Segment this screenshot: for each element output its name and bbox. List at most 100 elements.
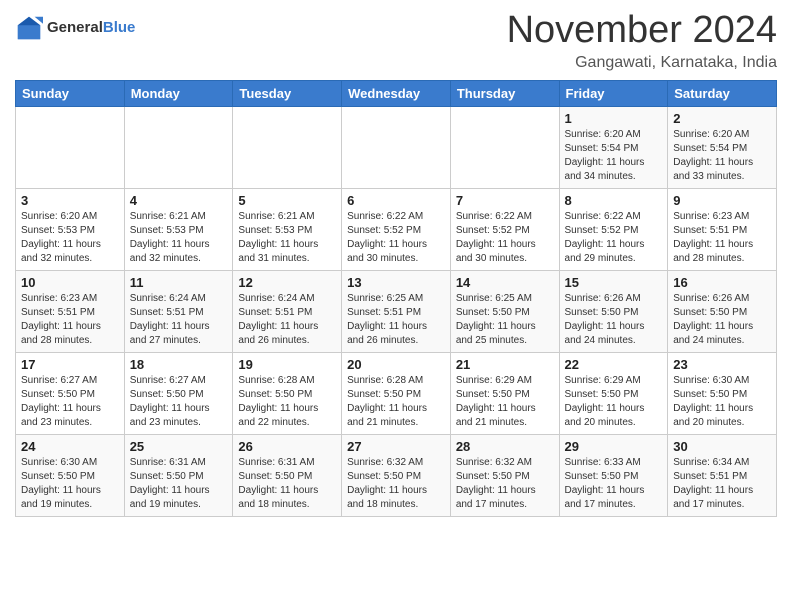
calendar-cell: 16Sunrise: 6:26 AMSunset: 5:50 PMDayligh… — [668, 270, 777, 352]
calendar-cell: 5 Sunrise: 6:21 AMSunset: 5:53 PMDaylight… — [233, 188, 342, 270]
calendar-cell: 7Sunrise: 6:22 AMSunset: 5:52 PMDaylight… — [450, 188, 559, 270]
day-info: Sunrise: 6:29 AMSunset: 5:50 PMDaylight:… — [456, 374, 554, 430]
day-number: 13 — [347, 275, 445, 290]
day-info: Sunrise: 6:30 AMSunset: 5:50 PMDaylight:… — [21, 456, 119, 512]
day-number: 16 — [673, 275, 771, 290]
day-number: 3 — [21, 193, 119, 208]
day-info: Sunrise: 6:24 AMSunset: 5:51 PMDaylight:… — [238, 292, 336, 348]
calendar-cell: 11 Sunrise: 6:24 AMSunset: 5:51 PMDayligh… — [124, 270, 233, 352]
month-title: November 2024 — [507, 10, 777, 52]
day-info: Sunrise: 6:24 AMSunset: 5:51 PMDaylight:… — [130, 292, 228, 348]
day-info: Sunrise: 6:20 AMSunset: 5:54 PMDaylight:… — [565, 128, 663, 184]
day-info: Sunrise: 6:28 AMSunset: 5:50 PMDaylight:… — [347, 374, 445, 430]
day-number: 24 — [21, 439, 119, 454]
logo-icon — [15, 14, 43, 42]
calendar-cell — [233, 106, 342, 188]
logo-general: General — [47, 19, 103, 36]
day-info: Sunrise: 6:22 AMSunset: 5:52 PMDaylight:… — [565, 210, 663, 266]
day-number: 21 — [456, 357, 554, 372]
calendar-cell: 21 Sunrise: 6:29 AMSunset: 5:50 PMDayligh… — [450, 352, 559, 434]
calendar-cell: 17Sunrise: 6:27 AMSunset: 5:50 PMDayligh… — [16, 352, 125, 434]
day-number: 25 — [130, 439, 228, 454]
calendar-cell: 24 Sunrise: 6:30 AMSunset: 5:50 PMDayligh… — [16, 434, 125, 516]
day-number: 12 — [238, 275, 336, 290]
calendar-cell: 4 Sunrise: 6:21 AMSunset: 5:53 PMDaylight… — [124, 188, 233, 270]
day-number: 1 — [565, 111, 663, 126]
calendar-cell: 3 Sunrise: 6:20 AMSunset: 5:53 PMDaylight… — [16, 188, 125, 270]
day-info: Sunrise: 6:21 AMSunset: 5:53 PMDaylight:… — [130, 210, 228, 266]
day-info: Sunrise: 6:27 AMSunset: 5:50 PMDaylight:… — [21, 374, 119, 430]
day-info: Sunrise: 6:27 AMSunset: 5:50 PMDaylight:… — [130, 374, 228, 430]
day-number: 18 — [130, 357, 228, 372]
calendar-cell: 8 Sunrise: 6:22 AMSunset: 5:52 PMDaylight… — [559, 188, 668, 270]
day-number: 26 — [238, 439, 336, 454]
day-info: Sunrise: 6:32 AMSunset: 5:50 PMDaylight:… — [456, 456, 554, 512]
calendar-day-header: Sunday — [16, 80, 125, 106]
calendar-cell: 6Sunrise: 6:22 AMSunset: 5:52 PMDaylight… — [342, 188, 451, 270]
day-number: 20 — [347, 357, 445, 372]
day-number: 11 — [130, 275, 228, 290]
day-number: 27 — [347, 439, 445, 454]
calendar-day-header: Thursday — [450, 80, 559, 106]
day-info: Sunrise: 6:20 AMSunset: 5:54 PMDaylight:… — [673, 128, 771, 184]
day-info: Sunrise: 6:31 AMSunset: 5:50 PMDaylight:… — [130, 456, 228, 512]
calendar-cell: 27 Sunrise: 6:32 AMSunset: 5:50 PMDayligh… — [342, 434, 451, 516]
calendar-cell: 28 Sunrise: 6:32 AMSunset: 5:50 PMDayligh… — [450, 434, 559, 516]
calendar-cell: 25 Sunrise: 6:31 AMSunset: 5:50 PMDayligh… — [124, 434, 233, 516]
calendar-cell — [124, 106, 233, 188]
day-number: 9 — [673, 193, 771, 208]
day-number: 10 — [21, 275, 119, 290]
calendar-cell — [450, 106, 559, 188]
day-info: Sunrise: 6:25 AMSunset: 5:51 PMDaylight:… — [347, 292, 445, 348]
calendar-cell: 2 Sunrise: 6:20 AMSunset: 5:54 PMDaylight… — [668, 106, 777, 188]
calendar-week-row: 10 Sunrise: 6:23 AMSunset: 5:51 PMDayligh… — [16, 270, 777, 352]
calendar-week-row: 1 Sunrise: 6:20 AMSunset: 5:54 PMDaylight… — [16, 106, 777, 188]
location-title: Gangawati, Karnataka, India — [507, 54, 777, 72]
day-number: 6 — [347, 193, 445, 208]
calendar-cell: 23Sunrise: 6:30 AMSunset: 5:50 PMDayligh… — [668, 352, 777, 434]
day-info: Sunrise: 6:34 AMSunset: 5:51 PMDaylight:… — [673, 456, 771, 512]
day-number: 29 — [565, 439, 663, 454]
calendar-cell: 18 Sunrise: 6:27 AMSunset: 5:50 PMDayligh… — [124, 352, 233, 434]
header: GeneralBlue November 2024 Gangawati, Kar… — [15, 10, 777, 72]
day-info: Sunrise: 6:21 AMSunset: 5:53 PMDaylight:… — [238, 210, 336, 266]
day-number: 23 — [673, 357, 771, 372]
calendar-cell: 13 Sunrise: 6:25 AMSunset: 5:51 PMDayligh… — [342, 270, 451, 352]
day-number: 4 — [130, 193, 228, 208]
calendar-cell — [16, 106, 125, 188]
day-info: Sunrise: 6:23 AMSunset: 5:51 PMDaylight:… — [21, 292, 119, 348]
calendar: SundayMondayTuesdayWednesdayThursdayFrid… — [15, 80, 777, 517]
logo-blue: Blue — [103, 19, 136, 36]
day-info: Sunrise: 6:31 AMSunset: 5:50 PMDaylight:… — [238, 456, 336, 512]
day-number: 14 — [456, 275, 554, 290]
calendar-day-header: Tuesday — [233, 80, 342, 106]
day-number: 2 — [673, 111, 771, 126]
calendar-cell: 30 Sunrise: 6:34 AMSunset: 5:51 PMDayligh… — [668, 434, 777, 516]
calendar-cell: 1 Sunrise: 6:20 AMSunset: 5:54 PMDaylight… — [559, 106, 668, 188]
calendar-day-header: Wednesday — [342, 80, 451, 106]
calendar-cell: 26 Sunrise: 6:31 AMSunset: 5:50 PMDayligh… — [233, 434, 342, 516]
calendar-day-header: Saturday — [668, 80, 777, 106]
calendar-day-header: Monday — [124, 80, 233, 106]
day-number: 5 — [238, 193, 336, 208]
calendar-cell: 9 Sunrise: 6:23 AMSunset: 5:51 PMDaylight… — [668, 188, 777, 270]
day-number: 28 — [456, 439, 554, 454]
day-number: 30 — [673, 439, 771, 454]
calendar-cell: 14 Sunrise: 6:25 AMSunset: 5:50 PMDayligh… — [450, 270, 559, 352]
calendar-header-row: SundayMondayTuesdayWednesdayThursdayFrid… — [16, 80, 777, 106]
calendar-cell: 20 Sunrise: 6:28 AMSunset: 5:50 PMDayligh… — [342, 352, 451, 434]
day-info: Sunrise: 6:23 AMSunset: 5:51 PMDaylight:… — [673, 210, 771, 266]
calendar-cell: 15Sunrise: 6:26 AMSunset: 5:50 PMDayligh… — [559, 270, 668, 352]
day-info: Sunrise: 6:25 AMSunset: 5:50 PMDaylight:… — [456, 292, 554, 348]
logo-area: GeneralBlue — [15, 10, 135, 42]
page: GeneralBlue November 2024 Gangawati, Kar… — [0, 0, 792, 527]
day-info: Sunrise: 6:32 AMSunset: 5:50 PMDaylight:… — [347, 456, 445, 512]
calendar-week-row: 24 Sunrise: 6:30 AMSunset: 5:50 PMDayligh… — [16, 434, 777, 516]
day-info: Sunrise: 6:20 AMSunset: 5:53 PMDaylight:… — [21, 210, 119, 266]
day-number: 8 — [565, 193, 663, 208]
calendar-cell: 12 Sunrise: 6:24 AMSunset: 5:51 PMDayligh… — [233, 270, 342, 352]
day-info: Sunrise: 6:28 AMSunset: 5:50 PMDaylight:… — [238, 374, 336, 430]
day-number: 19 — [238, 357, 336, 372]
day-number: 7 — [456, 193, 554, 208]
calendar-cell: 22Sunrise: 6:29 AMSunset: 5:50 PMDayligh… — [559, 352, 668, 434]
